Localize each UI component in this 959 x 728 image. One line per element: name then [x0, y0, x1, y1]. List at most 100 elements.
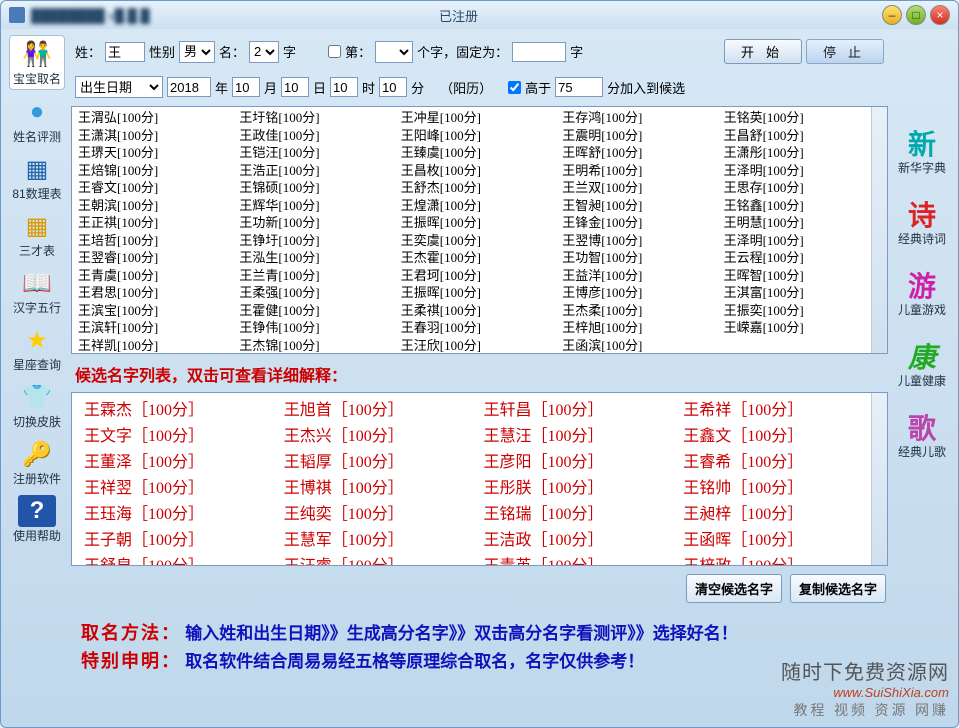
- name-item[interactable]: 王春羽[100分]: [399, 319, 560, 337]
- name-item[interactable]: 王煌潇[100分]: [399, 197, 560, 215]
- month-input[interactable]: [232, 77, 260, 97]
- candidate-item[interactable]: 王董泽［100分］: [80, 447, 280, 473]
- scrollbar[interactable]: [871, 107, 887, 353]
- candidate-item[interactable]: 王珏海［100分］: [80, 499, 280, 525]
- name-item[interactable]: 王震明[100分]: [560, 127, 721, 145]
- name-item[interactable]: 王云程[100分]: [722, 249, 883, 267]
- rnav-经典诗词[interactable]: 诗经典诗词: [894, 196, 950, 249]
- day-input[interactable]: [281, 77, 309, 97]
- name-item[interactable]: 王铮圩[100分]: [237, 232, 398, 250]
- candidate-item[interactable]: 王霖杰［100分］: [80, 395, 280, 421]
- name-item[interactable]: 王政佳[100分]: [237, 127, 398, 145]
- name-item[interactable]: 王杰柔[100分]: [560, 302, 721, 320]
- name-item[interactable]: 王兰青[100分]: [237, 267, 398, 285]
- nav-81数理表[interactable]: ▦81数理表: [9, 151, 65, 204]
- start-button[interactable]: 开始: [724, 39, 802, 64]
- nav-汉字五行[interactable]: 📖汉字五行: [9, 265, 65, 318]
- name-item[interactable]: 王嵘嘉[100分]: [722, 319, 883, 337]
- stop-button[interactable]: 停止: [806, 39, 884, 64]
- nav-三才表[interactable]: ▦三才表: [9, 208, 65, 261]
- name-item[interactable]: 王振晖[100分]: [399, 214, 560, 232]
- nth-checkbox[interactable]: [328, 45, 341, 58]
- candidate-item[interactable]: 王博祺［100分］: [280, 473, 480, 499]
- close-button[interactable]: ×: [930, 5, 950, 25]
- candidate-list[interactable]: 王霖杰［100分］王旭首［100分］王轩昌［100分］王希祥［100分］ 王文字［…: [71, 392, 888, 566]
- name-item[interactable]: 王锋金[100分]: [560, 214, 721, 232]
- name-item[interactable]: 王函滨[100分]: [560, 337, 721, 355]
- birth-mode-select[interactable]: 出生日期: [75, 76, 163, 98]
- name-item[interactable]: 王博彦[100分]: [560, 284, 721, 302]
- candidate-item[interactable]: 王子朝［100分］: [80, 525, 280, 551]
- name-item[interactable]: 王正祺[100分]: [76, 214, 237, 232]
- name-item[interactable]: 王振晖[100分]: [399, 284, 560, 302]
- candidate-item[interactable]: 王杰兴［100分］: [280, 421, 480, 447]
- name-item[interactable]: 王君珂[100分]: [399, 267, 560, 285]
- candidate-item[interactable]: 王希祥［100分］: [679, 395, 879, 421]
- candidate-item[interactable]: 王鑫文［100分］: [679, 421, 879, 447]
- clear-candidates-button[interactable]: 清空候选名字: [686, 574, 782, 603]
- name-item[interactable]: 王梓旭[100分]: [560, 319, 721, 337]
- name-item[interactable]: 王晖智[100分]: [722, 267, 883, 285]
- rnav-经典儿歌[interactable]: 歌经典儿歌: [894, 409, 950, 462]
- name-item[interactable]: 王潇彤[100分]: [722, 144, 883, 162]
- name-item[interactable]: 王冲星[100分]: [399, 109, 560, 127]
- name-item[interactable]: 王兰双[100分]: [560, 179, 721, 197]
- name-item[interactable]: 王泽明[100分]: [722, 162, 883, 180]
- name-item[interactable]: 王圩铭[100分]: [237, 109, 398, 127]
- name-item[interactable]: 王青虞[100分]: [76, 267, 237, 285]
- name-item[interactable]: 王潇淇[100分]: [76, 127, 237, 145]
- name-item[interactable]: 王滨宝[100分]: [76, 302, 237, 320]
- name-list[interactable]: 王渭弘[100分]王圩铭[100分]王冲星[100分]王存鸿[100分]王铭英[…: [71, 106, 888, 354]
- candidate-item[interactable]: 王文字［100分］: [80, 421, 280, 447]
- name-item[interactable]: 王柔强[100分]: [237, 284, 398, 302]
- name-item[interactable]: 王渭弘[100分]: [76, 109, 237, 127]
- candidate-item[interactable]: 王韬厚［100分］: [280, 447, 480, 473]
- name-item[interactable]: 王明慧[100分]: [722, 214, 883, 232]
- name-item[interactable]: 王功新[100分]: [237, 214, 398, 232]
- name-item[interactable]: 王昌枚[100分]: [399, 162, 560, 180]
- name-item[interactable]: 王杰霍[100分]: [399, 249, 560, 267]
- fixed-input[interactable]: [512, 42, 566, 62]
- candidate-item[interactable]: 王慧军［100分］: [280, 525, 480, 551]
- name-item[interactable]: 王琾天[100分]: [76, 144, 237, 162]
- candidate-item[interactable]: 王梓政［100分］: [679, 551, 879, 566]
- nav-切换皮肤[interactable]: 👕切换皮肤: [9, 379, 65, 432]
- name-item[interactable]: 王君思[100分]: [76, 284, 237, 302]
- threshold-checkbox[interactable]: [508, 81, 521, 94]
- name-item[interactable]: 王睿文[100分]: [76, 179, 237, 197]
- name-item[interactable]: 王明希[100分]: [560, 162, 721, 180]
- name-item[interactable]: 王杰锦[100分]: [237, 337, 398, 355]
- rnav-儿童游戏[interactable]: 游儿童游戏: [894, 267, 950, 320]
- name-item[interactable]: 王铭英[100分]: [722, 109, 883, 127]
- name-item[interactable]: 王智昶[100分]: [560, 197, 721, 215]
- candidate-item[interactable]: 王舒泉［100分］: [80, 551, 280, 566]
- year-input[interactable]: [167, 77, 211, 97]
- candidate-item[interactable]: 王函晖［100分］: [679, 525, 879, 551]
- name-item[interactable]: 王辉华[100分]: [237, 197, 398, 215]
- name-item[interactable]: 王舒杰[100分]: [399, 179, 560, 197]
- candidate-item[interactable]: 王彦阳［100分］: [480, 447, 680, 473]
- name-item[interactable]: 王淇富[100分]: [722, 284, 883, 302]
- minute-input[interactable]: [379, 77, 407, 97]
- name-item[interactable]: 王锦硕[100分]: [237, 179, 398, 197]
- gender-select[interactable]: 男: [179, 41, 215, 63]
- candidate-item[interactable]: 王轩昌［100分］: [480, 395, 680, 421]
- candidate-item[interactable]: 王铭帅［100分］: [679, 473, 879, 499]
- rnav-新华字典[interactable]: 新新华字典: [894, 125, 950, 178]
- candidate-item[interactable]: 王慧汪［100分］: [480, 421, 680, 447]
- candidate-item[interactable]: 王汪睿［100分］: [280, 551, 480, 566]
- threshold-input[interactable]: [555, 77, 603, 97]
- candidate-item[interactable]: 王铭瑞［100分］: [480, 499, 680, 525]
- name-item[interactable]: 王奕虞[100分]: [399, 232, 560, 250]
- name-item[interactable]: 王祥凯[100分]: [76, 337, 237, 355]
- rnav-儿童健康[interactable]: 康儿童健康: [894, 338, 950, 391]
- name-item[interactable]: 王功智[100分]: [560, 249, 721, 267]
- scrollbar[interactable]: [871, 393, 887, 565]
- candidate-item[interactable]: 王昶梓［100分］: [679, 499, 879, 525]
- name-item[interactable]: 王振奕[100分]: [722, 302, 883, 320]
- name-item[interactable]: 王汪欣[100分]: [399, 337, 560, 355]
- candidate-item[interactable]: 王旭首［100分］: [280, 395, 480, 421]
- name-item[interactable]: 王翌博[100分]: [560, 232, 721, 250]
- name-item[interactable]: 王臻虞[100分]: [399, 144, 560, 162]
- name-item[interactable]: 王阳峰[100分]: [399, 127, 560, 145]
